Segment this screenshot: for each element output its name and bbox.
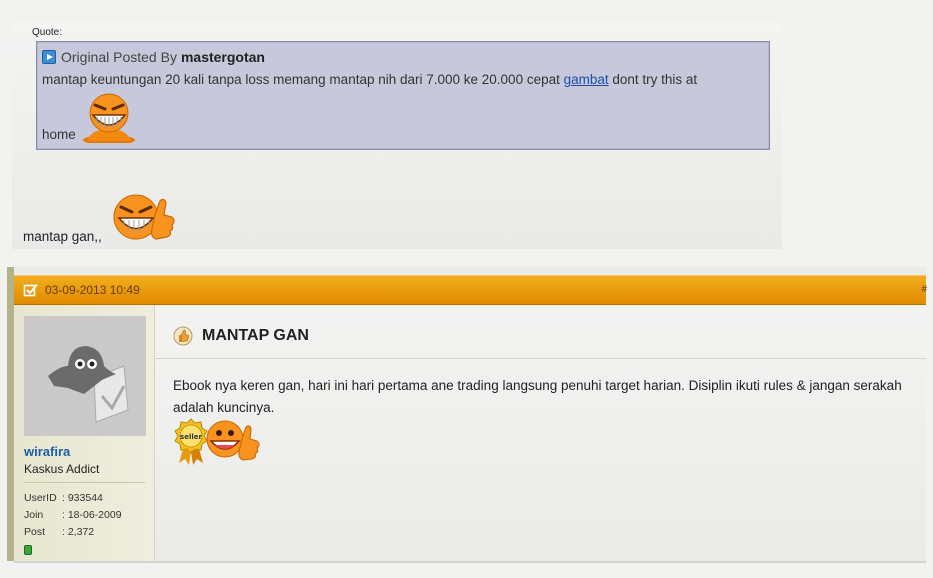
post-bottom-border xyxy=(14,561,926,563)
stat-key: UserID xyxy=(24,492,57,504)
quote-label: Quote: xyxy=(32,27,63,38)
post-body: MANTAP GAN Ebook nya keren gan, hari ini… xyxy=(155,305,926,561)
stat-value: : 18-06-2009 xyxy=(62,509,122,521)
user-stat-join: Join : 18-06-2009 xyxy=(24,507,122,524)
quote-origin-prefix: Original Posted By xyxy=(61,49,177,65)
quote-text-after: dont try this at xyxy=(608,72,698,87)
thumbs-up-smiley-icon xyxy=(113,194,175,240)
quote-box: Original Posted By mastergotan mantap ke… xyxy=(36,41,770,150)
quote-origin: Original Posted By mastergotan xyxy=(42,49,265,65)
forum-post: 03-09-2013 10:49 # wirafira Kaskus Addic… xyxy=(7,267,927,561)
title-divider xyxy=(155,358,926,359)
post-title-row: MANTAP GAN xyxy=(173,326,309,346)
quote-author: mastergotan xyxy=(180,49,265,65)
quote-text: mantap keuntungan 20 kali tanpa loss mem… xyxy=(42,72,697,87)
quote-text-end: home xyxy=(42,127,76,142)
seller-badge-text: seller xyxy=(180,433,202,441)
username[interactable]: wirafira xyxy=(24,444,70,459)
post-text: Ebook nya keren gan, hari ini hari perta… xyxy=(173,378,902,415)
user-stat-userid: UserID : 933544 xyxy=(24,490,122,507)
stat-key: Post xyxy=(24,526,46,538)
user-stats: UserID : 933544 Join : 18-06-2009 Post :… xyxy=(24,490,122,541)
stat-value: : 2,372 xyxy=(62,526,95,538)
post-title: MANTAP GAN xyxy=(202,327,309,344)
stat-value: : 933544 xyxy=(62,492,103,504)
stat-key: Join xyxy=(24,509,44,521)
user-stat-post: Post : 2,372 xyxy=(24,524,122,541)
user-title: Kaskus Addict xyxy=(24,462,100,476)
quoted-post: Quote: Original Posted By mastergotan ma… xyxy=(12,20,782,249)
reply-text: mantap gan,, xyxy=(23,229,102,244)
seller-badge-icon: seller xyxy=(174,418,260,465)
grin-smiley-icon xyxy=(83,93,135,143)
post-header: 03-09-2013 10:49 # xyxy=(14,275,927,305)
thumbs-up-icon xyxy=(173,326,193,346)
post-date: 03-09-2013 10:49 xyxy=(45,283,140,297)
check-icon xyxy=(23,283,38,297)
quote-text-before: mantap keuntungan 20 kali tanpa loss mem… xyxy=(42,72,564,87)
user-sidebar: wirafira Kaskus Addict UserID : 933544 J… xyxy=(14,305,155,561)
quote-link[interactable]: gambat xyxy=(564,72,609,87)
play-icon[interactable] xyxy=(42,50,56,64)
user-divider xyxy=(24,482,145,483)
avatar[interactable] xyxy=(24,316,146,436)
ghost-avatar-icon xyxy=(24,316,146,436)
post-permalink[interactable]: # xyxy=(921,284,927,295)
online-status-icon xyxy=(24,545,32,555)
